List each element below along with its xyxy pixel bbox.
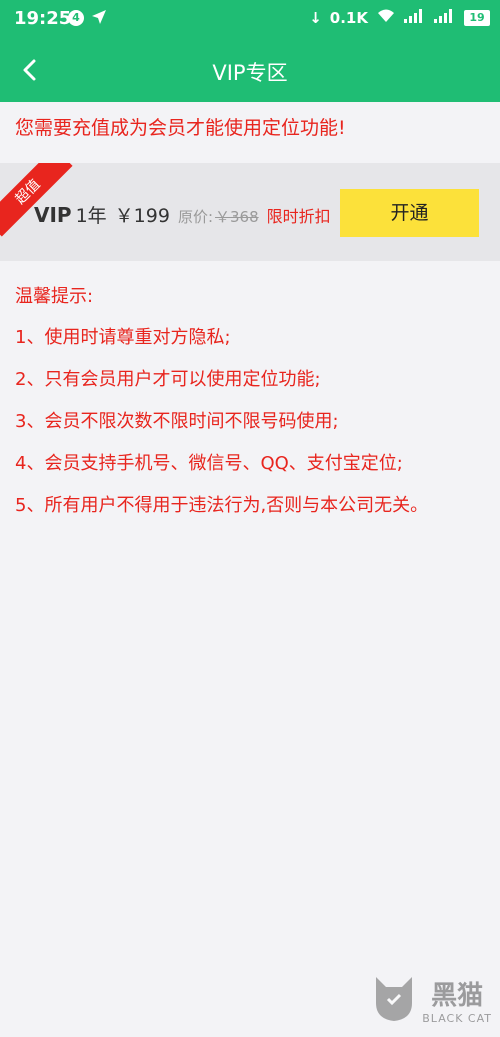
tip-item: 2、只有会员用户才可以使用定位功能;: [15, 369, 321, 390]
notification-count-badge: 4: [68, 10, 84, 26]
status-right-group: ↓ 0.1K 19: [309, 8, 490, 28]
vip-price: ￥199: [114, 205, 170, 227]
status-bar: 19:25 4 ↓ 0.1K 19: [0, 0, 500, 38]
watermark-text: 黑猫 BLACK CAT: [422, 975, 492, 1025]
discount-label: 限时折扣: [266, 207, 331, 226]
watermark-cn: 黑猫: [431, 981, 484, 1011]
activate-button[interactable]: 开通: [340, 189, 479, 237]
cat-logo-icon: [372, 973, 416, 1027]
battery-level: 19: [464, 10, 490, 26]
tip-item: 1、使用时请尊重对方隐私;: [15, 327, 231, 348]
vip-offer-card: 超值 VIP 1年 ￥199 原价: ￥368 限时折扣 开通: [0, 163, 500, 261]
tips-title: 温馨提示:: [15, 286, 94, 307]
tip-item: 5、所有用户不得用于违法行为,否则与本公司无关。: [15, 495, 429, 516]
vip-label: VIP: [34, 203, 72, 227]
download-speed-icon: ↓: [309, 9, 322, 27]
vip-offer-line: VIP 1年 ￥199 原价: ￥368 限时折扣: [34, 201, 331, 228]
vip-duration: 1年: [75, 205, 107, 227]
signal-icon-2: [434, 9, 456, 27]
signal-icon-1: [404, 9, 426, 27]
tip-item: 4、会员支持手机号、微信号、QQ、支付宝定位;: [15, 453, 403, 474]
status-time: 19:25: [14, 8, 72, 29]
tip-item: 3、会员不限次数不限时间不限号码使用;: [15, 411, 339, 432]
network-speed: 0.1K: [329, 9, 368, 27]
location-arrow-icon: [90, 8, 108, 30]
wifi-icon: [376, 8, 396, 28]
page-title: VIP专区: [212, 61, 288, 85]
header-bar: VIP专区: [0, 38, 500, 102]
original-price-label: 原价:: [177, 208, 213, 226]
watermark-en: BLACK CAT: [422, 1012, 492, 1025]
original-price: ￥368: [215, 208, 259, 226]
tips-section: 温馨提示: 1、使用时请尊重对方隐私; 2、只有会员用户才可以使用定位功能; 3…: [15, 282, 428, 536]
membership-required-notice: 您需要充值成为会员才能使用定位功能!: [15, 117, 346, 139]
watermark: 黑猫 BLACK CAT: [372, 973, 492, 1027]
